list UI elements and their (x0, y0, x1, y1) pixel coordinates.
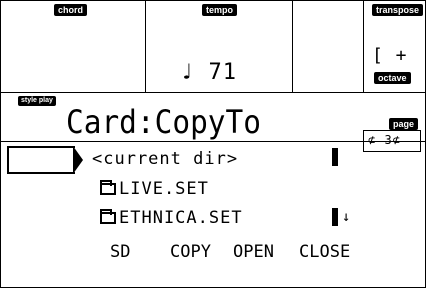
transpose-tag[interactable]: transpose (372, 4, 424, 16)
close-button[interactable]: CLOSE (299, 242, 350, 262)
list-item-label: LIVE.SET (119, 179, 209, 199)
page-tag: page (389, 118, 419, 130)
list-item-ethnica-set[interactable]: ETHNICA.SET (100, 208, 243, 228)
list-item-label: <current dir> (92, 149, 239, 169)
header-divider (0, 92, 426, 93)
scroll-down-arrow-icon[interactable]: ↓ (342, 209, 351, 225)
scrollbar-thumb[interactable] (332, 148, 338, 166)
page-value: ⊄ 3⊄ (368, 133, 401, 147)
scrollbar-bottom-mark (332, 208, 338, 226)
selection-arrow-icon (73, 146, 83, 174)
sd-button[interactable]: SD (110, 242, 130, 262)
tempo-tag[interactable]: tempo (202, 4, 237, 16)
chord-tag[interactable]: chord (54, 4, 88, 16)
folder-icon (100, 209, 116, 224)
page-title: Card:CopyTo (66, 103, 261, 141)
open-button[interactable]: OPEN (233, 242, 274, 262)
list-item-live-set[interactable]: LIVE.SET (100, 179, 209, 199)
title-divider (0, 141, 426, 142)
divider-tempo-empty (292, 0, 293, 92)
style-play-tag: style play (18, 96, 56, 106)
folder-icon (100, 180, 116, 195)
tempo-value: ♩ 71 (180, 60, 237, 85)
selection-cursor (7, 146, 75, 174)
copy-button[interactable]: COPY (170, 242, 211, 262)
transpose-value: [ + (372, 45, 408, 66)
octave-tag[interactable]: octave (374, 72, 411, 84)
divider-chord-tempo (145, 0, 146, 92)
list-item-current-dir[interactable]: <current dir> (92, 149, 238, 169)
divider-empty-transpose (363, 0, 364, 92)
list-item-label: ETHNICA.SET (119, 208, 243, 228)
